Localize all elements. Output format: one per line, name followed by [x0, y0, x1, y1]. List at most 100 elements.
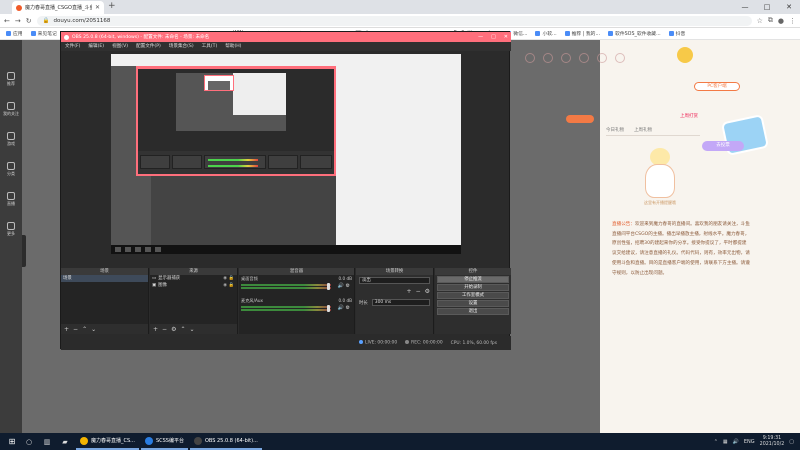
new-tab-button[interactable]: +	[108, 1, 116, 11]
scenes-toolbar: + − ⌃ ⌄	[61, 324, 148, 334]
obs-maximize-icon[interactable]: □	[491, 34, 496, 40]
history-icon[interactable]	[525, 53, 535, 63]
sources-header: 来源	[150, 268, 237, 275]
obs-menu-item[interactable]: 配置文件(P)	[136, 42, 161, 51]
forward-icon[interactable]: →	[15, 17, 21, 25]
channel-db: 0.0 dB	[338, 298, 352, 303]
left-nav-item[interactable]: 更多	[0, 222, 22, 237]
left-nav-item[interactable]: 分类	[0, 162, 22, 177]
obs-menu-item[interactable]: 视图(V)	[112, 42, 128, 51]
maximize-button[interactable]: □	[756, 0, 778, 14]
star-icon[interactable]: ☆	[757, 17, 763, 25]
add-transition-icon[interactable]: +	[407, 288, 412, 295]
remove-source-icon[interactable]: −	[162, 326, 167, 333]
taskbar-app[interactable]: OBS 25.0.8 (64-bit)...	[189, 433, 262, 450]
app-icon	[80, 436, 88, 445]
obs-menu-item[interactable]: 编辑(E)	[88, 42, 104, 51]
obs-menu-item[interactable]: 工具(T)	[202, 42, 218, 51]
exit-button[interactable]: 退出	[437, 308, 509, 315]
bookmark-icon	[6, 31, 11, 36]
follow-button[interactable]	[566, 115, 594, 123]
obs-minimize-icon[interactable]: —	[478, 34, 483, 40]
tray-up-icon[interactable]: ⌃	[714, 439, 718, 445]
start-recording-button[interactable]: 开始录制	[437, 284, 509, 291]
back-icon[interactable]: ←	[4, 17, 10, 25]
minimize-button[interactable]: —	[734, 0, 756, 14]
video-icon[interactable]	[561, 53, 571, 63]
left-nav-item[interactable]: 直播	[0, 192, 22, 207]
obs-menu-item[interactable]: 文件(F)	[65, 42, 80, 51]
tab-close-icon[interactable]: ✕	[95, 4, 100, 11]
add-scene-icon[interactable]: +	[64, 326, 69, 333]
visibility-icon[interactable]: ◉ 🔒	[223, 275, 234, 282]
source-item-label: 显示器捕获	[158, 276, 181, 281]
volume-slider[interactable]: 🔊 ⚙	[241, 305, 352, 313]
move-up-icon[interactable]: ⌃	[82, 326, 87, 333]
source-item[interactable]: ▣ 图像 ◉ 🔒	[150, 282, 237, 289]
browser-tab[interactable]: 魔力春哥直播_CSGO直播_斗鱼... ✕	[12, 1, 104, 14]
close-button[interactable]: ✕	[778, 0, 800, 14]
network-icon[interactable]: ▦	[723, 439, 728, 445]
studio-mode-button[interactable]: 工作室模式	[437, 292, 509, 299]
obs-preview[interactable]	[111, 54, 461, 254]
source-item[interactable]: ▭ 显示器捕获 ◉ 🔒	[150, 275, 237, 282]
taskbar-app[interactable]: 魔力春哥直播_CS...	[76, 433, 139, 450]
search-icon[interactable]: ○	[20, 438, 38, 446]
move-down-icon[interactable]: ⌄	[91, 326, 96, 333]
bookmark-item[interactable]: 软件SOS_软件收藏...	[608, 30, 661, 37]
gear-icon[interactable]: ⚙	[425, 288, 430, 295]
pc-client-button[interactable]: PC客户端	[694, 82, 740, 91]
profile-icon[interactable]: ●	[778, 17, 784, 25]
settings-button[interactable]: 设置	[437, 300, 509, 307]
visibility-icon[interactable]: ◉ 🔒	[223, 282, 234, 289]
remove-scene-icon[interactable]: −	[73, 326, 78, 333]
remove-transition-icon[interactable]: −	[416, 288, 421, 295]
gear-icon[interactable]: ⚙	[171, 326, 176, 333]
task-view-icon[interactable]: ▥	[38, 438, 56, 446]
notification-icon[interactable]: ▢	[789, 439, 794, 445]
volume-slider[interactable]: 🔊 ⚙	[241, 283, 352, 291]
move-up-icon[interactable]: ⌃	[180, 326, 185, 333]
reload-icon[interactable]: ↻	[26, 17, 32, 25]
menu-icon[interactable]: ⋮	[789, 17, 796, 25]
clock[interactable]: 9:19:31 2021/10/2	[760, 436, 785, 448]
add-source-icon[interactable]: +	[153, 326, 158, 333]
stop-streaming-button[interactable]: 停止推流	[437, 276, 509, 283]
transition-select[interactable]: 淡出	[359, 277, 430, 284]
speaker-icon[interactable]: 🔊 ⚙	[338, 305, 350, 311]
left-nav-item[interactable]: 游戏	[0, 132, 22, 147]
notice-text: 欢迎来到魔力春哥的直播间。喜欢我的朋友请关注，斗鱼直播间平台CSGO的主播。播出…	[612, 222, 750, 276]
nvidia-icon[interactable]: ▰	[56, 438, 74, 446]
tab-last-week-gift[interactable]: 上周礼物	[634, 127, 652, 135]
vote-button[interactable]: 去投票	[702, 141, 744, 151]
left-nav-item[interactable]: 推荐	[0, 72, 22, 87]
left-nav-item[interactable]: 我的关注	[0, 102, 22, 117]
obs-menu-item[interactable]: 帮助(H)	[225, 42, 241, 51]
bookmark-item[interactable]: 小软...	[535, 30, 557, 37]
collapse-handle[interactable]	[22, 235, 26, 267]
address-input[interactable]: 🔒 douyu.com/2051168	[36, 15, 752, 26]
bookmark-item[interactable]: 来见笔记	[30, 30, 57, 37]
scene-item[interactable]: 场景	[61, 275, 148, 282]
bookmark-item[interactable]: 推荐 | 我的...	[564, 30, 600, 37]
language-indicator[interactable]: ENG	[744, 439, 755, 445]
bookmark-item[interactable]: 应用	[6, 30, 23, 37]
duration-input[interactable]: 300 ms	[371, 299, 430, 306]
move-down-icon[interactable]: ⌄	[189, 326, 194, 333]
obs-menu-item[interactable]: 场景集合(S)	[169, 42, 194, 51]
follow-icon[interactable]	[543, 53, 553, 63]
gold-coin-icon[interactable]	[677, 47, 693, 63]
message-icon[interactable]	[579, 53, 589, 63]
douyu-left-nav: 推荐我的关注游戏分类直播更多	[0, 40, 22, 433]
speaker-icon[interactable]: 🔊 ⚙	[338, 283, 350, 289]
extensions-icon[interactable]: ⧉	[768, 16, 773, 25]
scenes-header: 场景	[61, 268, 148, 275]
obs-close-icon[interactable]: ✕	[504, 34, 508, 40]
volume-icon[interactable]: 🔊	[733, 439, 739, 445]
tab-today-gift[interactable]: 今日礼物	[606, 127, 624, 135]
taskbar-app[interactable]: SCSS编平台	[140, 433, 188, 450]
upload-icon[interactable]	[615, 53, 625, 63]
bookmark-item[interactable]: 抖音	[668, 30, 685, 37]
start-button[interactable]: ⊞	[4, 437, 20, 446]
task-icon[interactable]	[597, 53, 607, 63]
